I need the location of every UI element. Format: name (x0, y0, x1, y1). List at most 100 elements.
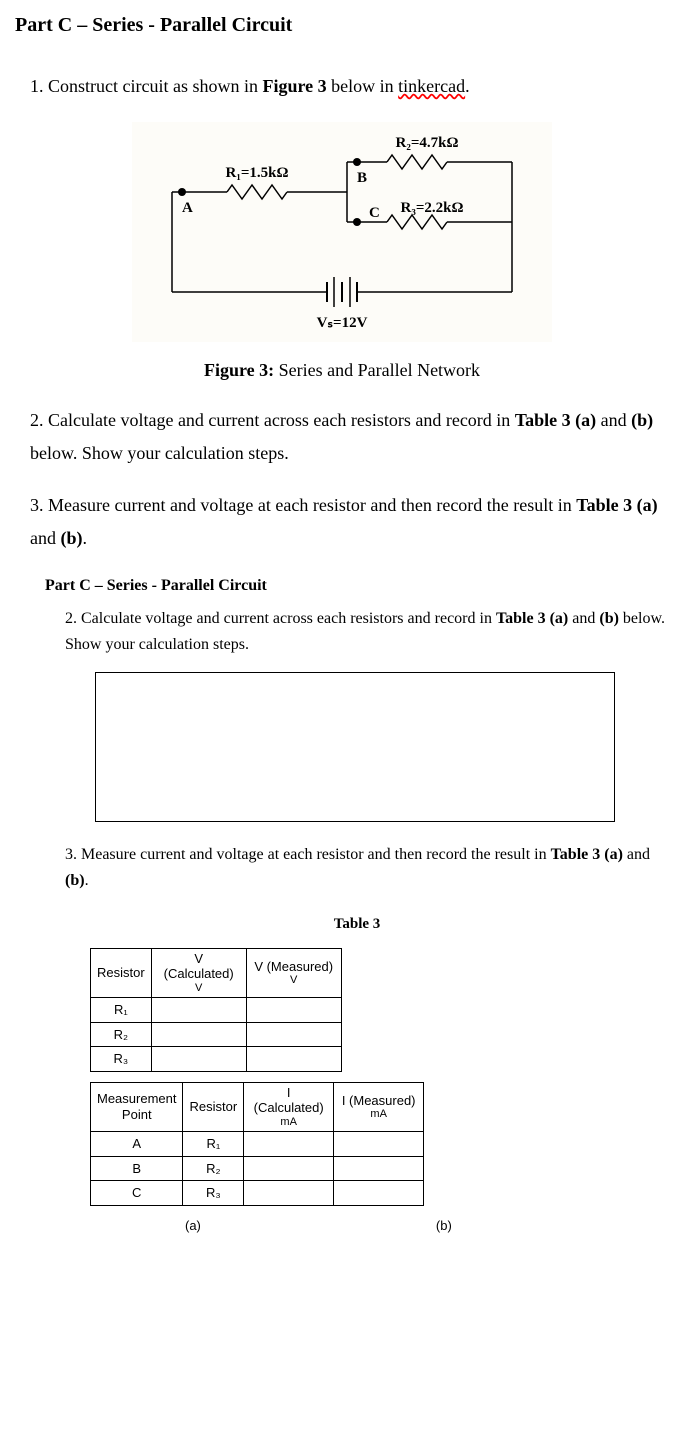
header-vmeas: V (Measured) V (246, 948, 341, 997)
text: Measure current and voltage at each resi… (44, 495, 577, 515)
cell: R₂ (91, 1022, 152, 1047)
header-resistor: Resistor (183, 1082, 244, 1131)
table-row: R₁ (91, 998, 342, 1023)
cell[interactable] (151, 1047, 246, 1072)
sub-instruction-2: 2. Calculate voltage and current across … (65, 606, 669, 657)
text: and (30, 528, 61, 548)
vs-label: Vₛ=12V (317, 315, 368, 331)
num: 3. (30, 495, 44, 515)
cell[interactable] (244, 1132, 334, 1157)
answer-box[interactable] (95, 672, 615, 822)
table-ref: Table 3 (a) (576, 495, 657, 515)
cell[interactable] (246, 1047, 341, 1072)
text: mA (250, 1116, 327, 1129)
text: . (465, 76, 470, 96)
table-ref-b: (b) (599, 610, 619, 627)
table-ref-b: (b) (65, 872, 85, 889)
table-a: Resistor V (Calculated) V V (Measured) V… (90, 948, 342, 1072)
text: I (Measured) (340, 1093, 417, 1109)
cell[interactable] (151, 1022, 246, 1047)
table-ref: Table 3 (a) (551, 846, 623, 863)
cell[interactable] (151, 998, 246, 1023)
table-title: Table 3 (45, 913, 669, 936)
text: V (253, 974, 335, 987)
table-b: Measurement Point Resistor I (Calculated… (90, 1082, 424, 1206)
table-row: AR₁ (91, 1132, 424, 1157)
header-resistor: Resistor (91, 948, 152, 997)
r3-label: R₃=2.2kΩ (401, 200, 464, 216)
table-row: R₃ (91, 1047, 342, 1072)
cell[interactable] (334, 1132, 424, 1157)
node-b-label: B (357, 170, 367, 186)
table-ref: Table 3 (a) (515, 410, 596, 430)
r2-label: R₂=4.7kΩ (396, 135, 459, 151)
header-icalc: I (Calculated) mA (244, 1082, 334, 1131)
text: Measure current and voltage at each resi… (77, 846, 551, 863)
header-vcalc: V (Calculated) V (151, 948, 246, 997)
instruction-2: 2. Calculate voltage and current across … (30, 404, 669, 469)
table-row: CR₃ (91, 1181, 424, 1206)
instruction-1: 1. Construct circuit as shown in Figure … (30, 70, 669, 102)
table-ref: Table 3 (a) (496, 610, 568, 627)
header-imeas: I (Measured) mA (334, 1082, 424, 1131)
num: 2. (65, 610, 77, 627)
node-c-label: C (369, 205, 380, 221)
node-a (178, 188, 186, 196)
table-ref-b: (b) (61, 528, 83, 548)
text: and (596, 410, 631, 430)
text: V (Measured) (253, 959, 335, 975)
header-point: Measurement Point (91, 1082, 183, 1131)
cell[interactable] (246, 998, 341, 1023)
table-ref-b: (b) (631, 410, 653, 430)
section-title: Part C – Series - Parallel Circuit (15, 10, 669, 40)
text: Measurement (97, 1091, 176, 1107)
cell[interactable] (334, 1181, 424, 1206)
cell[interactable] (244, 1156, 334, 1181)
instruction-3: 3. Measure current and voltage at each r… (30, 489, 669, 554)
text: . (83, 528, 88, 548)
tinkercad-link[interactable]: tinkercad (398, 76, 465, 96)
text: below. Show your calculation steps. (30, 443, 289, 463)
sub-instruction-3: 3. Measure current and voltage at each r… (65, 842, 669, 893)
num: 1. (30, 76, 44, 96)
cell: A (91, 1132, 183, 1157)
text: . (85, 872, 89, 889)
cell: R₁ (91, 998, 152, 1023)
caption-bold: Figure 3: (204, 360, 274, 380)
cell: R₁ (183, 1132, 244, 1157)
text: and (623, 846, 650, 863)
text: V (Calculated) (158, 951, 240, 982)
cell[interactable] (246, 1022, 341, 1047)
cell[interactable] (334, 1156, 424, 1181)
table-row: BR₂ (91, 1156, 424, 1181)
cell: R₃ (183, 1181, 244, 1206)
cell: B (91, 1156, 183, 1181)
cell: C (91, 1181, 183, 1206)
text: Calculate voltage and current across eac… (44, 410, 515, 430)
sub-section: Part C – Series - Parallel Circuit 2. Ca… (45, 574, 669, 1235)
text: I (Calculated) (250, 1085, 327, 1116)
node-b (353, 158, 361, 166)
num: 2. (30, 410, 44, 430)
figure-caption: Figure 3: Series and Parallel Network (15, 357, 669, 384)
text: and (568, 610, 599, 627)
figure-ref: Figure 3 (262, 76, 326, 96)
sub-title: Part C – Series - Parallel Circuit (45, 574, 669, 598)
cell: R₂ (183, 1156, 244, 1181)
text: below in (327, 76, 399, 96)
text: Point (97, 1107, 176, 1123)
text: mA (340, 1108, 417, 1121)
cell[interactable] (244, 1181, 334, 1206)
text: V (158, 982, 240, 995)
num: 3. (65, 846, 77, 863)
node-a-label: A (182, 200, 193, 216)
table-row: R₂ (91, 1022, 342, 1047)
caption-text: Series and Parallel Network (274, 360, 480, 380)
text: Calculate voltage and current across eac… (77, 610, 496, 627)
label-b: (b) (436, 1216, 452, 1236)
cell: R₃ (91, 1047, 152, 1072)
r1-label: R₁=1.5kΩ (226, 165, 289, 181)
circuit-figure: R₁=1.5kΩ R₂=4.7kΩ R₃=2.2kΩ A B C Vₛ=12V (15, 122, 669, 342)
circuit-diagram: R₁=1.5kΩ R₂=4.7kΩ R₃=2.2kΩ A B C Vₛ=12V (132, 122, 552, 342)
text: Construct circuit as shown in (44, 76, 263, 96)
